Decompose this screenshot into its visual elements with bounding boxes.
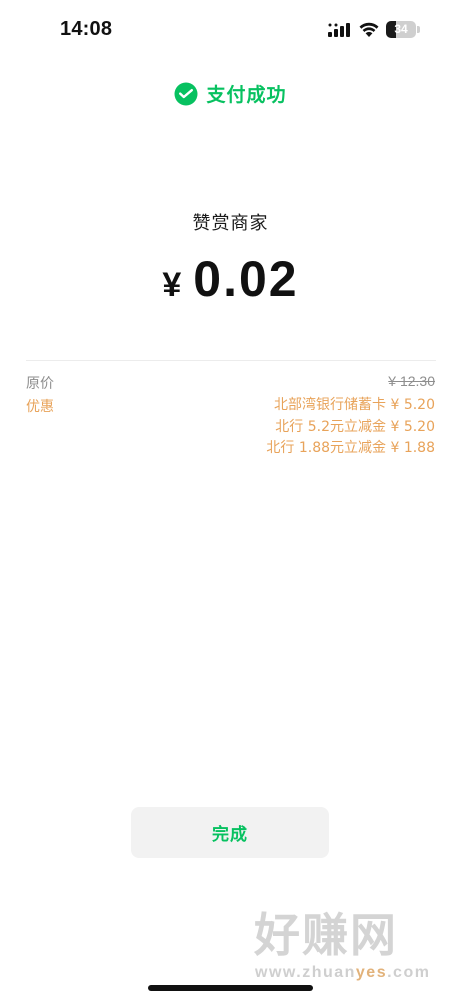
discount-list: 北部湾银行储蓄卡 ¥ 5.20 北行 5.2元立减金 ¥ 5.20 北行 1.8… — [266, 395, 435, 460]
discount-item: 北部湾银行储蓄卡 ¥ 5.20 — [274, 397, 435, 413]
battery-cap — [417, 26, 420, 33]
discount-item: 北行 5.2元立减金 ¥ 5.20 — [275, 418, 435, 435]
watermark-url: www.zhuanyes.com — [255, 964, 430, 982]
signal-icon — [328, 23, 350, 37]
status-time: 14:08 — [60, 18, 113, 40]
watermark-url-suffix: .com — [387, 964, 431, 981]
discount-label: 优惠 — [26, 399, 54, 415]
original-price-label: 原价 — [26, 376, 54, 392]
merchant-name: 赞赏商家 — [192, 213, 269, 234]
discount-item: 北行 1.88元立减金 ¥ 1.88 — [266, 440, 435, 456]
home-indicator[interactable] — [148, 985, 313, 991]
amount-value: 0.02 — [193, 251, 299, 307]
payment-success-header: 支付成功 — [0, 80, 461, 107]
watermark-url-prefix: www.zhuan — [255, 964, 356, 981]
original-price-value: ¥ 12.30 — [388, 373, 435, 389]
payment-success-text: 支付成功 — [206, 84, 287, 106]
status-bar: 14:08 34 — [0, 0, 461, 58]
done-button[interactable]: 完成 — [131, 807, 329, 858]
wechat-pay-icon — [174, 82, 198, 105]
payment-amount: ¥ 0.02 — [0, 250, 461, 308]
watermark-logo: 好赚网 — [254, 908, 398, 962]
wifi-icon — [359, 22, 379, 37]
divider — [26, 360, 436, 361]
watermark-url-highlight: yes — [355, 964, 388, 981]
battery-level: 34 — [394, 22, 408, 36]
currency-symbol: ¥ — [162, 266, 182, 304]
battery-icon: 34 — [386, 21, 416, 38]
